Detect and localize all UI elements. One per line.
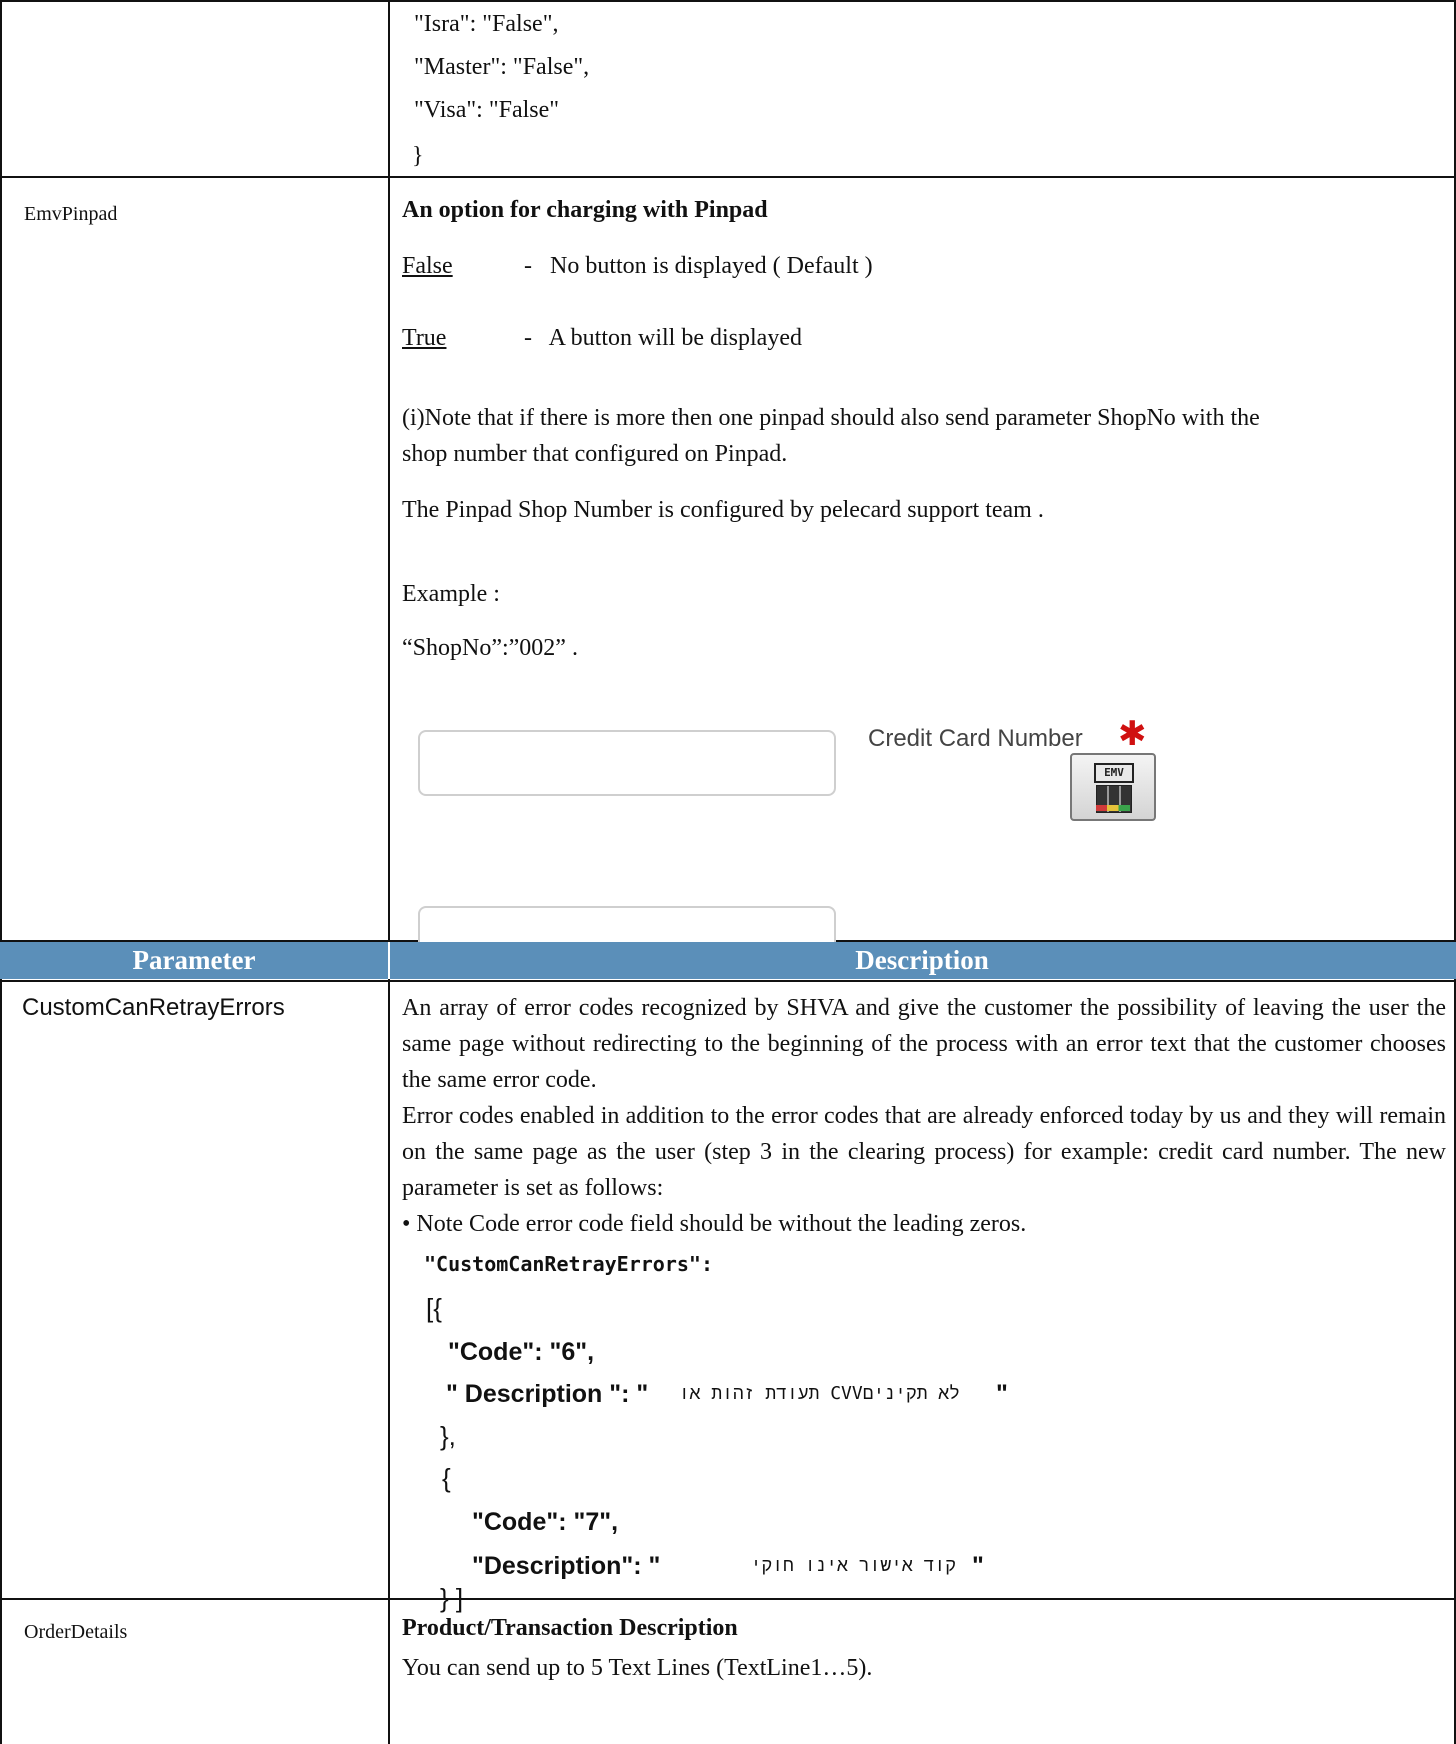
column-divider — [388, 0, 390, 1744]
code-line-description-1-key: " Description ": " — [446, 1380, 649, 1408]
code-line-visa: "Visa": "False" — [414, 97, 560, 123]
custom-description-p1: An array of error codes recognized by SH… — [402, 990, 1446, 1098]
param-orderdetails: OrderDetails — [24, 1621, 128, 1643]
emv-pinpad-button-icon: EMV — [1070, 753, 1156, 821]
header-description: Description — [855, 945, 989, 975]
code-line-description-2-key: "Description": " — [472, 1552, 661, 1580]
option-false-key: False — [402, 253, 453, 279]
option-true-desc: - A button will be displayed — [524, 325, 802, 351]
code-line-code-6: "Code": "6", — [448, 1338, 595, 1366]
code-line-code-7: "Code": "7", — [472, 1508, 619, 1536]
note-line-2: shop number that configured on Pinpad. — [402, 441, 788, 467]
credit-card-input-preview — [418, 730, 836, 796]
order-title: Product/Transaction Description — [402, 1615, 738, 1641]
code-mid-open: { — [442, 1463, 451, 1493]
code-line-isra: "Isra": "False", — [414, 11, 559, 37]
code-line-master: "Master": "False", — [414, 54, 590, 80]
order-line: You can send up to 5 Text Lines (TextLin… — [402, 1655, 873, 1681]
row-divider-5 — [0, 1598, 1456, 1600]
custom-description-p2: Error codes enabled in addition to the e… — [402, 1098, 1446, 1206]
row-divider-4 — [0, 980, 1456, 982]
credit-card-number-label: Credit Card Number — [868, 725, 1083, 752]
row-divider-2 — [0, 176, 1456, 178]
code-open-bracket: [{ — [426, 1293, 442, 1323]
custom-bullet-note: • Note Code error code field should be w… — [402, 1211, 1027, 1237]
param-emvpinpad: EmvPinpad — [24, 203, 118, 225]
code-line-description-2-end: " — [972, 1552, 984, 1580]
emv-color-keys-icon — [1096, 805, 1130, 811]
note-line-1: (i)Note that if there is more then one p… — [402, 405, 1260, 431]
code-line-description-1-end: " — [996, 1380, 1008, 1408]
emv-title: An option for charging with Pinpad — [402, 197, 768, 223]
cut-off-label-text: · · · · · · · · · · — [918, 930, 1148, 938]
option-true-key: True — [402, 325, 447, 351]
option-false-desc: - No button is displayed ( Default ) — [524, 253, 873, 279]
param-customcanretrayerrors: CustomCanRetrayErrors — [22, 994, 285, 1021]
required-star-icon: ✱ — [1118, 716, 1147, 753]
custom-p2-text: Error codes enabled in addition to the e… — [402, 1103, 1446, 1201]
left-border — [0, 0, 2, 1744]
row-divider-1 — [0, 0, 1456, 2]
code-mid-close: }, — [440, 1421, 456, 1451]
code-key-customcanretrayerrors: "CustomCanRetrayErrors": — [424, 1252, 713, 1276]
header-parameter: Parameter — [132, 945, 256, 975]
emv-screen-label: EMV — [1094, 763, 1134, 783]
example-value: “ShopNo”:”002” . — [402, 635, 578, 661]
code-line-close: } — [412, 143, 424, 169]
code-line-description-2-value: קוד אישור אינו חוקי — [750, 1555, 956, 1576]
cut-off-label: · · · · · · · · · · — [918, 930, 1148, 938]
custom-p1-text: An array of error codes recognized by SH… — [402, 995, 1446, 1093]
code-line-description-1-value: לא תקיניםCVV תעודת זהות או — [678, 1383, 960, 1404]
note-line-3: The Pinpad Shop Number is configured by … — [402, 497, 1044, 523]
example-label: Example : — [402, 581, 500, 607]
